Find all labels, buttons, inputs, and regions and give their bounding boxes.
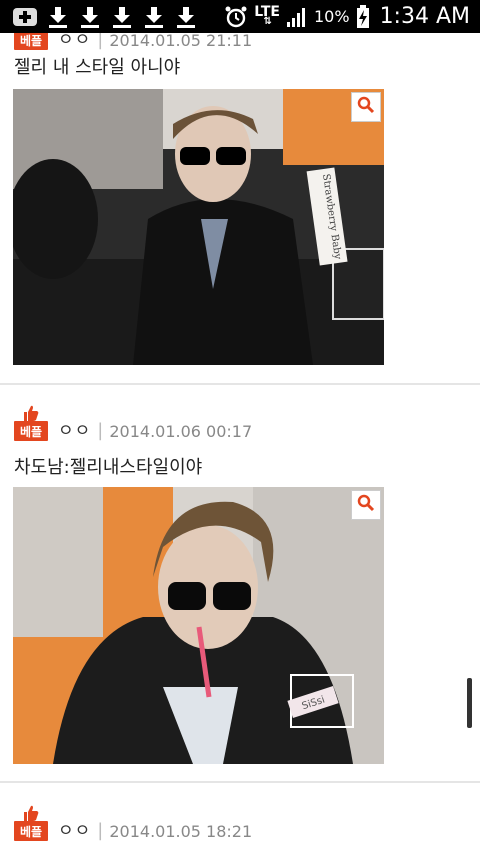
search-icon: [357, 96, 375, 118]
download-icon: [142, 5, 166, 29]
signal-icon: [286, 6, 308, 28]
download-icon: [78, 5, 102, 29]
comment-meta: 베플 ㅇㅇ | 2014.01.05 21:11: [14, 33, 252, 50]
alarm-icon: [224, 5, 248, 29]
best-badge: 베플: [14, 805, 48, 841]
divider: [0, 781, 480, 783]
comment-text: 차도남:젤리내스타일이야: [14, 457, 203, 478]
download-icon: [174, 5, 198, 29]
comment-text: 젤리 내 스타일 아니야: [14, 57, 181, 78]
battery-charging-icon: [356, 4, 370, 29]
thumbs-up-icon: [22, 404, 40, 422]
search-icon: [357, 494, 375, 516]
best-badge: 베플: [14, 33, 48, 50]
separator: |: [97, 420, 104, 441]
comment-meta: 베플 ㅇㅇ | 2014.01.06 00:17: [14, 401, 252, 441]
zoom-button[interactable]: [351, 490, 381, 520]
thumbs-up-icon: [22, 804, 40, 822]
comment-date: 2014.01.06 00:17: [109, 422, 253, 441]
clock: 1:34 AM: [379, 4, 470, 29]
divider: [0, 383, 480, 385]
comment-list: 베플 ㅇㅇ | 2014.01.05 21:11 젤리 내 스타일 아니야 St…: [0, 33, 480, 853]
status-bar: LTE ⇅ 10% 1:34 AM: [0, 0, 480, 33]
best-badge: 베플: [14, 405, 48, 441]
comment-photo[interactable]: Strawberry Baby: [13, 89, 384, 365]
comment-date: 2014.01.05 18:21: [109, 822, 253, 841]
author-name[interactable]: ㅇㅇ: [58, 416, 91, 441]
comment-photo[interactable]: SiSsi: [13, 487, 384, 764]
scrollbar[interactable]: [467, 678, 472, 728]
network-type: LTE ⇅: [254, 3, 280, 27]
separator: |: [97, 820, 104, 841]
comment-date: 2014.01.05 21:11: [109, 33, 253, 50]
author-name[interactable]: ㅇㅇ: [58, 33, 91, 50]
comment-meta: 베플 ㅇㅇ | 2014.01.05 18:21: [14, 801, 252, 841]
download-icon: [46, 5, 70, 29]
download-icon: [110, 5, 134, 29]
author-name[interactable]: ㅇㅇ: [58, 816, 91, 841]
battery-percent: 10%: [314, 7, 350, 26]
add-notification-icon: [12, 6, 38, 28]
zoom-button[interactable]: [351, 92, 381, 122]
separator: |: [97, 33, 104, 50]
